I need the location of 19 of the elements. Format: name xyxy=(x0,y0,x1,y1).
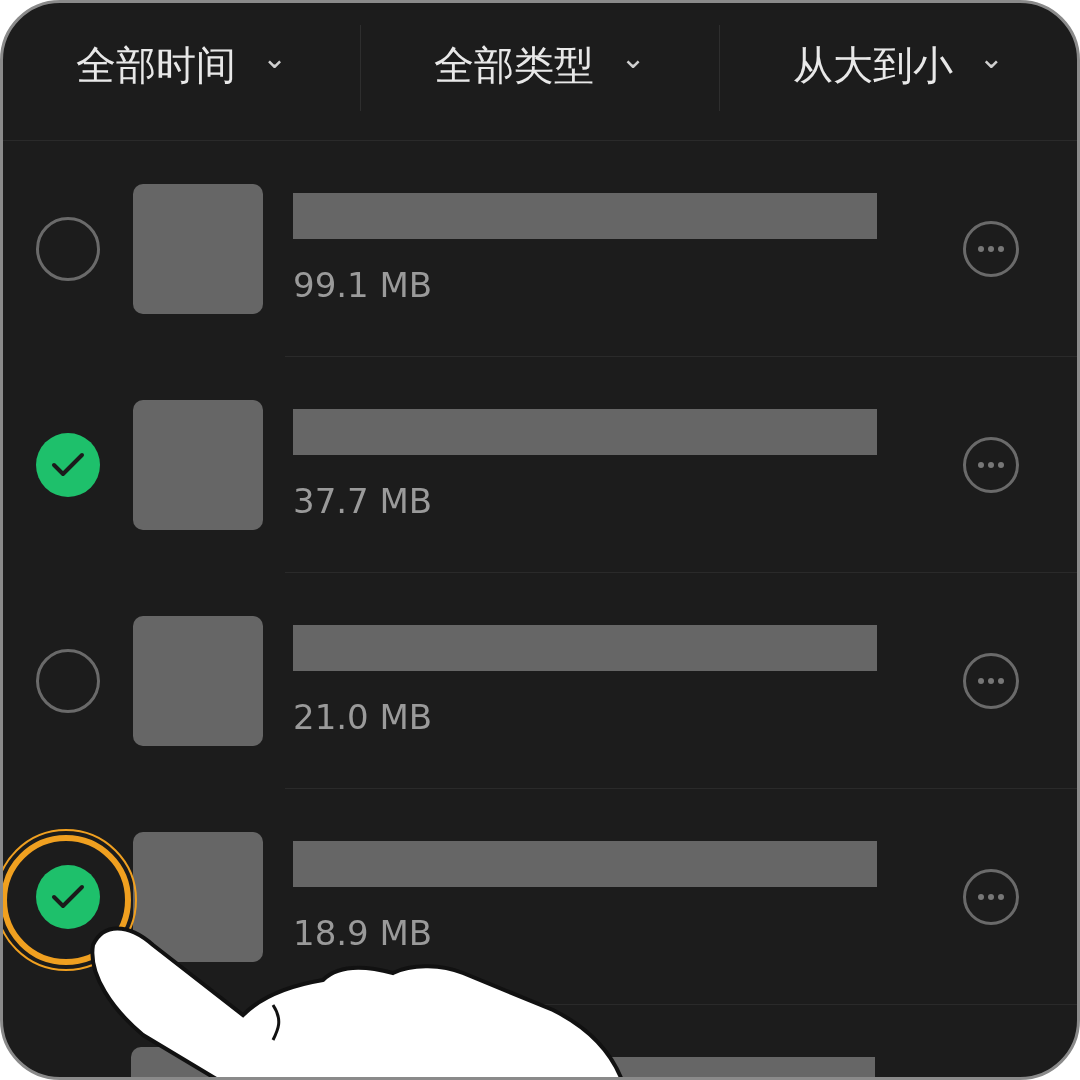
file-size: 37.7 MB xyxy=(293,481,434,521)
check-icon xyxy=(51,884,85,910)
dots-icon xyxy=(978,678,1004,684)
dots-icon xyxy=(978,894,1004,900)
dots-icon xyxy=(978,246,1004,252)
more-button[interactable] xyxy=(963,437,1019,493)
more-button[interactable] xyxy=(963,221,1019,277)
unchecked-checkbox[interactable] xyxy=(36,649,100,713)
file-size: 21.0 MB xyxy=(293,697,434,737)
more-button[interactable] xyxy=(963,869,1019,925)
unchecked-checkbox[interactable] xyxy=(36,217,100,281)
filter-dropdown[interactable]: 全部类型 ⌄ xyxy=(361,3,719,140)
file-size: 18.9 MB xyxy=(293,913,434,953)
more-button[interactable] xyxy=(963,653,1019,709)
dots-icon xyxy=(978,462,1004,468)
check-icon xyxy=(51,452,85,478)
filter-dropdown[interactable]: 从大到小 ⌄ xyxy=(719,3,1077,140)
filter-dropdown[interactable]: 全部时间 ⌄ xyxy=(3,3,361,140)
file-size: 99.1 MB xyxy=(293,265,434,305)
